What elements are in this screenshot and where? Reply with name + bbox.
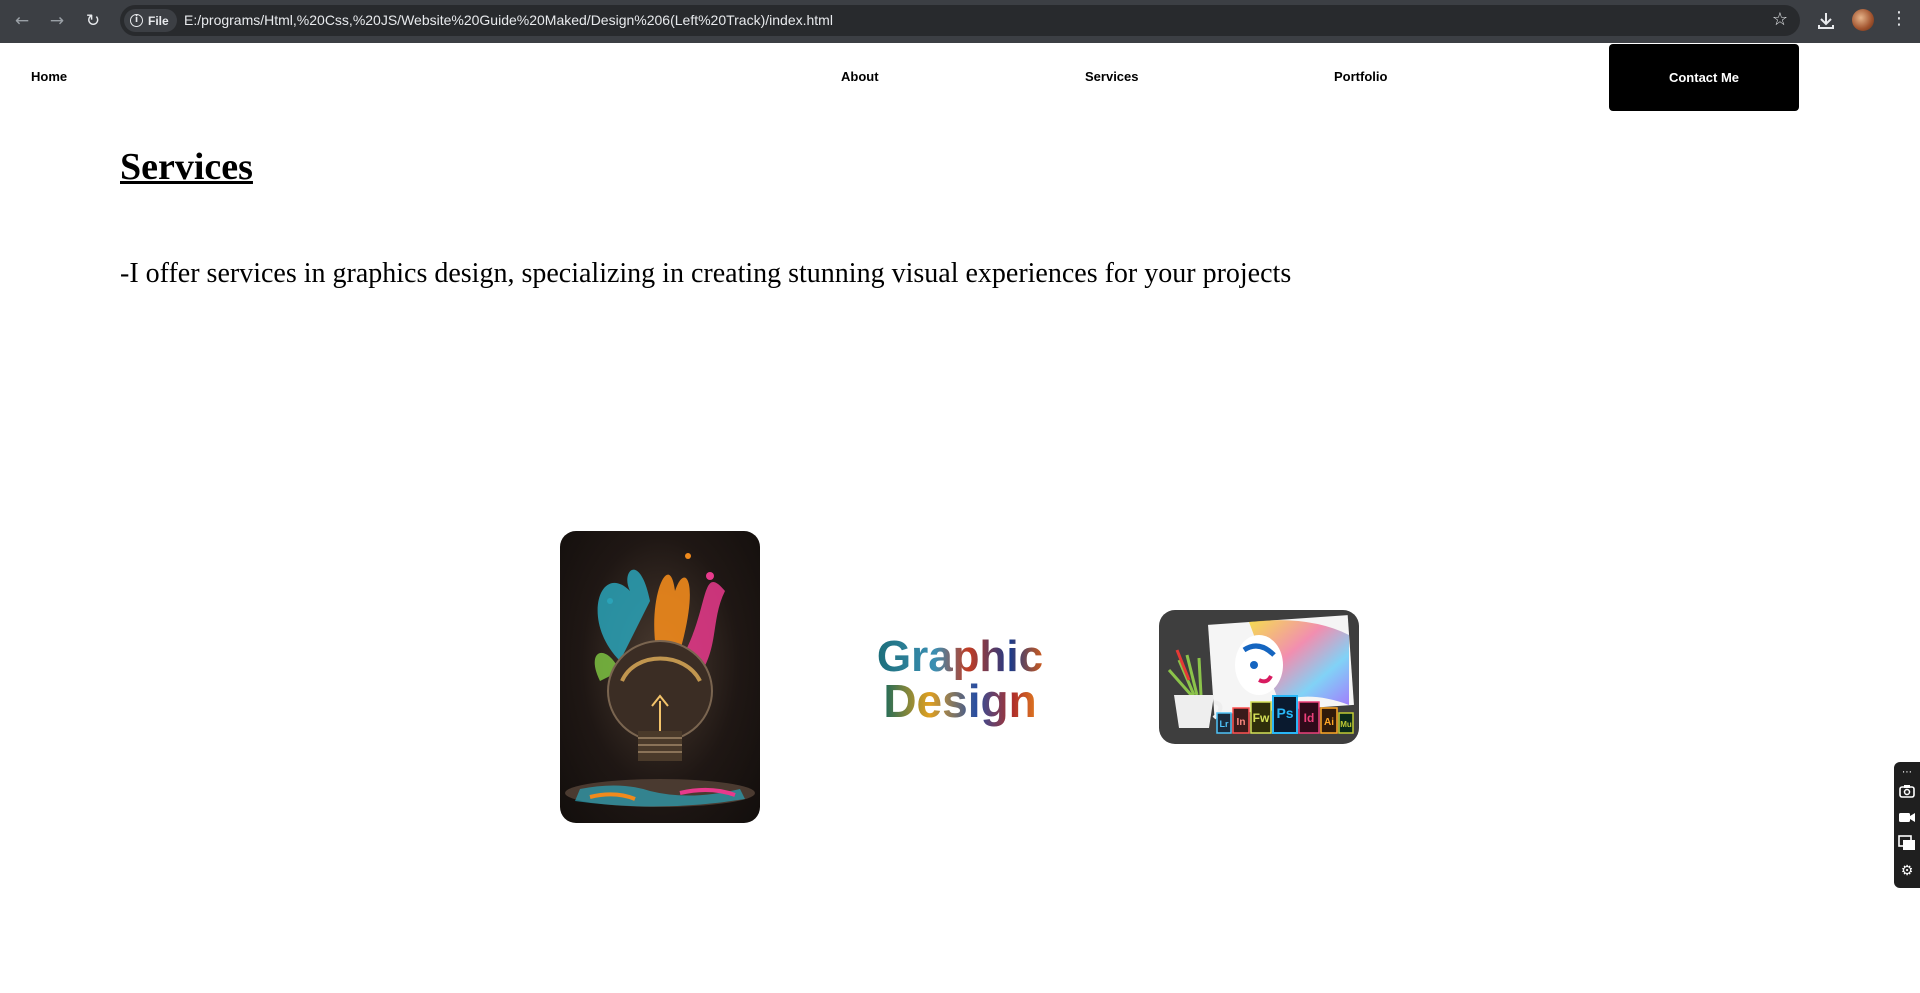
tool-ai-label: Ai <box>1324 717 1334 728</box>
site-info-chip[interactable]: i File <box>124 9 177 32</box>
video-camera-icon[interactable] <box>1898 808 1916 826</box>
tool-fw-label: Fw <box>1253 711 1270 725</box>
nav-portfolio-link[interactable]: Portfolio <box>1334 69 1387 84</box>
profile-avatar[interactable] <box>1852 9 1874 31</box>
download-icon[interactable] <box>1814 9 1838 33</box>
tool-ps-label: Ps <box>1276 705 1293 721</box>
arrow-left-icon[interactable]: ← <box>10 9 34 33</box>
nav-home-link[interactable]: Home <box>31 69 67 84</box>
design-tools-image: Lr In Fw Ps Id Ai Mu <box>1159 610 1359 744</box>
browser-toolbar: ← → ↻ i File E:/programs/Html,%20Css,%20… <box>0 0 1920 43</box>
arrow-right-icon[interactable]: → <box>45 9 69 33</box>
page-title: Services <box>120 146 253 188</box>
site-chip-label: File <box>148 13 169 28</box>
star-icon[interactable]: ☆ <box>1772 9 1788 30</box>
reload-icon[interactable]: ↻ <box>81 9 105 33</box>
graphic-design-logo-image: Graphic Design <box>862 627 1058 727</box>
lightbulb-splash-image <box>560 531 760 823</box>
info-icon: i <box>130 14 143 27</box>
services-description: -I offer services in graphics design, sp… <box>120 258 1292 289</box>
site-nav: Home About Services Portfolio Contact Me <box>0 43 1920 111</box>
settings-gear-icon[interactable]: ⚙ <box>1898 862 1916 880</box>
camera-icon[interactable] <box>1898 782 1916 800</box>
kebab-menu-icon[interactable]: ⋮ <box>1890 8 1908 29</box>
floating-side-toolbar: ⋯ ⚙ <box>1894 762 1920 888</box>
design-word: Design <box>883 675 1036 727</box>
address-bar[interactable]: i File E:/programs/Html,%20Css,%20JS/Web… <box>120 5 1800 36</box>
nav-about-link[interactable]: About <box>841 69 879 84</box>
tool-in-label: In <box>1237 717 1246 728</box>
contact-me-button[interactable]: Contact Me <box>1609 44 1799 111</box>
tool-lr-label: Lr <box>1220 719 1229 729</box>
tool-mu-label: Mu <box>1340 720 1352 729</box>
nav-services-link[interactable]: Services <box>1085 69 1139 84</box>
url-text[interactable]: E:/programs/Html,%20Css,%20JS/Website%20… <box>184 12 833 28</box>
more-options-icon[interactable]: ⋯ <box>1898 764 1916 782</box>
graphic-word: Graphic <box>877 632 1043 681</box>
windows-icon[interactable] <box>1898 834 1916 852</box>
tool-id-label: Id <box>1304 711 1315 725</box>
